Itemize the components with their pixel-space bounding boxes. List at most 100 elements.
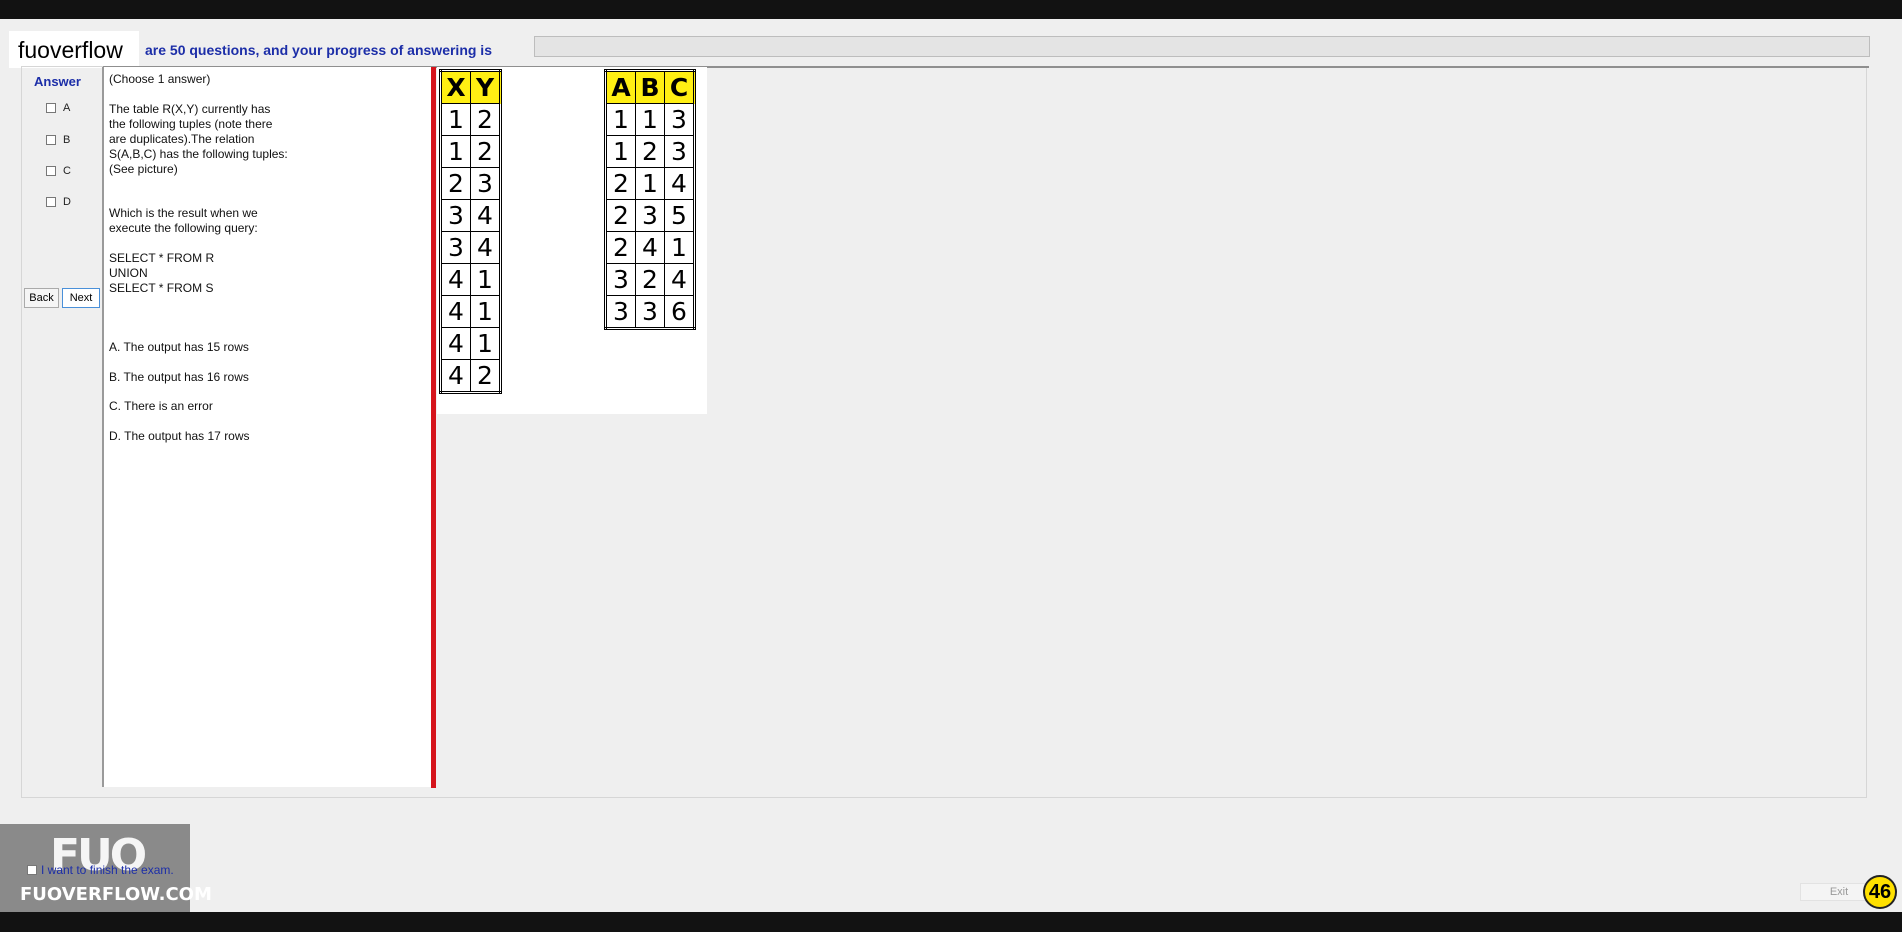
relation-s-header-cell: A [605, 70, 636, 104]
option-b-label: B [63, 134, 71, 146]
question-prompt: Which is the result when we execute the … [109, 206, 258, 236]
relation-s-cell: 6 [664, 295, 695, 329]
relation-s-cell: 4 [635, 231, 665, 264]
table-row: 235 [605, 199, 695, 232]
table-row: 41 [440, 263, 501, 296]
relation-r-cell: 4 [470, 231, 501, 264]
question-body-line: (See picture) [109, 162, 178, 176]
relation-r-cell: 4 [440, 263, 471, 296]
relation-s-cell: 3 [605, 295, 636, 329]
table-row: 41 [440, 295, 501, 328]
table-row: 241 [605, 231, 695, 264]
table-row: 34 [440, 231, 501, 264]
logo-text: FUOVERFLOW.COM [20, 884, 212, 905]
relation-s-cell: 1 [605, 103, 636, 136]
relation-s-cell: 1 [664, 231, 695, 264]
table-row: 336 [605, 295, 695, 329]
question-query: SELECT * FROM R UNION SELECT * FROM S [109, 251, 214, 296]
option-b-checkbox[interactable] [46, 135, 56, 145]
table-row: 123 [605, 135, 695, 168]
table-row: 42 [440, 359, 501, 393]
table-row: 23 [440, 167, 501, 200]
relation-r-cell: 4 [440, 359, 471, 393]
relation-r-cell: 1 [440, 135, 471, 168]
relation-s-cell: 3 [664, 135, 695, 168]
table-row: 12 [440, 103, 501, 136]
query-line: SELECT * FROM R [109, 251, 215, 265]
brand-label: fuoverflow [18, 37, 123, 63]
finish-exam-checkbox[interactable]: I want to finish the exam. [27, 863, 174, 877]
option-c-checkbox[interactable] [46, 166, 56, 176]
top-bar [0, 0, 1902, 19]
relation-s-cell: 1 [605, 135, 636, 168]
relation-s-cell: 2 [605, 167, 636, 200]
choice-a: A. The output has 15 rows [109, 340, 249, 354]
question-body-line: are duplicates).The relation [109, 132, 255, 146]
relation-s-cell: 2 [605, 199, 636, 232]
option-b[interactable]: B [46, 134, 70, 146]
relation-r-cell: 3 [440, 231, 471, 264]
question-body-line: the following tuples (note there [109, 117, 273, 131]
table-row: 214 [605, 167, 695, 200]
option-d[interactable]: D [46, 196, 71, 208]
relation-s-table: ABC113123214235241324336 [604, 69, 696, 330]
relation-s-header-row: ABC [605, 70, 695, 104]
relation-r-cell: 1 [470, 327, 501, 360]
relation-r-header-cell: X [440, 70, 471, 104]
question-body-line: The table R(X,Y) currently has [109, 102, 271, 116]
bottom-bar [0, 912, 1902, 932]
table-row: 12 [440, 135, 501, 168]
relation-r-cell: 4 [470, 199, 501, 232]
question-number-badge: 46 [1863, 875, 1897, 909]
answer-title: Answer [34, 74, 81, 89]
option-c-label: C [63, 165, 71, 177]
question-body-line: S(A,B,C) has the following tuples: [109, 147, 288, 161]
next-button[interactable]: Next [62, 288, 100, 308]
option-a-checkbox[interactable] [46, 103, 56, 113]
relation-r-table: XY121223343441414142 [439, 69, 502, 394]
question-prompt-line: Which is the result when we [109, 206, 258, 220]
finish-label: I want to finish the exam. [41, 863, 174, 877]
relation-s-cell: 3 [664, 103, 695, 136]
option-a-label: A [63, 102, 71, 114]
relation-r-cell: 1 [470, 295, 501, 328]
question-body: The table R(X,Y) currently has the follo… [109, 102, 288, 177]
relation-r-cell: 3 [440, 199, 471, 232]
table-row: 41 [440, 327, 501, 360]
relation-r-cell: 2 [440, 167, 471, 200]
panel-divider [431, 67, 436, 788]
option-a[interactable]: A [46, 102, 70, 114]
relation-r-cell: 2 [470, 135, 501, 168]
option-d-label: D [63, 196, 71, 208]
option-c[interactable]: C [46, 165, 71, 177]
relation-s-cell: 2 [635, 135, 665, 168]
option-d-checkbox[interactable] [46, 197, 56, 207]
relation-r-header-row: XY [440, 70, 501, 104]
relation-s-cell: 3 [635, 295, 665, 329]
relation-s-cell: 1 [635, 167, 665, 200]
table-row: 34 [440, 199, 501, 232]
relation-r-cell: 2 [470, 359, 501, 393]
relation-r-cell: 1 [470, 263, 501, 296]
relation-r-cell: 3 [470, 167, 501, 200]
relation-r-cell: 4 [440, 295, 471, 328]
relation-s-header-cell: C [664, 70, 695, 104]
progress-bar [534, 36, 1870, 57]
relation-s-cell: 4 [664, 167, 695, 200]
relation-s-cell: 2 [605, 231, 636, 264]
relation-r-cell: 1 [440, 103, 471, 136]
relation-r-cell: 2 [470, 103, 501, 136]
query-line: UNION [109, 266, 148, 280]
table-row: 113 [605, 103, 695, 136]
relation-s-cell: 2 [635, 263, 665, 296]
relation-r-cell: 4 [440, 327, 471, 360]
progress-text: are 50 questions, and your progress of a… [145, 42, 492, 58]
relation-s-header-cell: B [635, 70, 665, 104]
question-prompt-line: execute the following query: [109, 221, 258, 235]
relation-s-cell: 3 [635, 199, 665, 232]
choice-c: C. There is an error [109, 399, 213, 413]
back-button[interactable]: Back [24, 288, 59, 308]
table-row: 324 [605, 263, 695, 296]
finish-checkbox-box[interactable] [27, 865, 37, 875]
relation-r-header-cell: Y [470, 70, 501, 104]
